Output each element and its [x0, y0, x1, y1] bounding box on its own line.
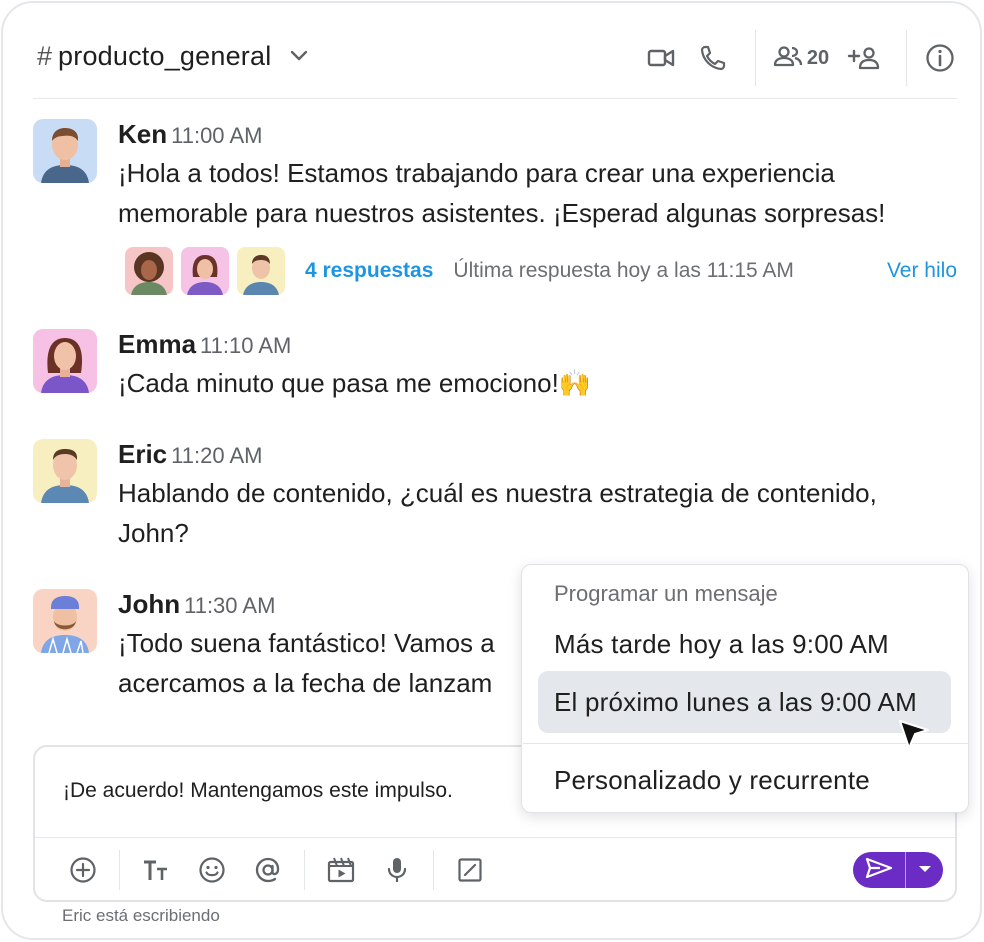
message-line: John? — [118, 518, 189, 548]
add-member-icon[interactable] — [836, 35, 892, 81]
send-icon — [865, 857, 893, 884]
message-text: Hablando de contenido, ¿cuál es nuestra … — [118, 473, 958, 553]
message-line: ¡Cada minuto que pasa me emociono!🙌 — [118, 368, 592, 398]
members-button[interactable]: 20 — [770, 35, 832, 81]
media-icon[interactable] — [313, 842, 369, 898]
schedule-menu-title: Programar un mensaje — [554, 581, 778, 606]
message-emma: Emma 11:10 AM ¡Cada minuto que pasa me em… — [33, 329, 963, 399]
chevron-down-icon[interactable] — [289, 48, 309, 67]
composer-toolbar — [35, 837, 955, 901]
message-author: John — [118, 589, 181, 619]
slash-command-icon[interactable] — [442, 842, 498, 898]
avatar — [181, 247, 229, 295]
schedule-menu: Programar un mensaje Más tarde hoy a las… — [521, 564, 969, 813]
schedule-dropdown-button[interactable] — [906, 852, 943, 888]
schedule-option-custom[interactable]: Personalizado y recurrente — [538, 749, 951, 811]
message-input[interactable]: ¡De acuerdo! Mantengamos este impulso. — [63, 779, 453, 803]
text-format-icon[interactable] — [128, 842, 184, 898]
avatar — [125, 247, 173, 295]
schedule-option-later-today[interactable]: Más tarde hoy a las 9:00 AM — [538, 613, 951, 675]
channel-selector[interactable]: # producto_general — [37, 41, 309, 72]
video-icon[interactable] — [639, 35, 683, 81]
message-time: 11:10 AM — [200, 333, 292, 358]
toolbar-divider — [119, 849, 120, 890]
avatar[interactable] — [33, 119, 97, 183]
info-icon[interactable] — [923, 35, 957, 81]
send-button-group — [853, 852, 943, 888]
message-text: ¡Hola a todos! Estamos trabajando para c… — [118, 153, 958, 233]
message-author: Ken — [118, 119, 168, 149]
avatar[interactable] — [33, 329, 97, 393]
view-thread-link[interactable]: Ver hilo — [887, 259, 957, 283]
members-icon — [773, 45, 803, 72]
thread-summary[interactable]: 4 respuestas Última respuesta hoy a las … — [125, 247, 957, 295]
message-text: ¡Cada minuto que pasa me emociono!🙌 — [118, 363, 958, 403]
toolbar-divider — [304, 849, 305, 890]
avatar[interactable] — [33, 439, 97, 503]
channel-name: producto_general — [58, 41, 272, 71]
emoji-icon[interactable] — [184, 842, 240, 898]
message-line: ¡Hola a todos! Estamos trabajando para c… — [118, 158, 835, 188]
message-time: 11:00 AM — [171, 123, 263, 148]
message-author: Emma — [118, 329, 197, 359]
replies-link[interactable]: 4 respuestas — [305, 259, 433, 283]
header-divider — [906, 30, 907, 86]
caret-down-icon — [918, 861, 932, 879]
send-button[interactable] — [853, 852, 905, 888]
channel-header: # producto_general 20 — [33, 29, 957, 99]
message-time: 11:20 AM — [171, 443, 263, 468]
message-time: 11:30 AM — [184, 593, 276, 618]
header-divider — [755, 30, 756, 86]
typing-indicator: Eric está escribiendo — [62, 906, 220, 925]
add-icon[interactable] — [55, 842, 111, 898]
microphone-icon[interactable] — [369, 842, 425, 898]
message-author: Eric — [118, 439, 168, 469]
last-reply-text: Última respuesta hoy a las 11:15 AM — [453, 259, 794, 282]
message-line: Hablando de contenido, ¿cuál es nuestra … — [118, 478, 877, 508]
avatar[interactable] — [33, 589, 97, 653]
avatar — [237, 247, 285, 295]
channel-hash: # — [37, 41, 53, 71]
phone-icon[interactable] — [683, 35, 743, 81]
mouse-pointer-icon — [897, 718, 931, 757]
message-eric: Eric 11:20 AM Hablando de contenido, ¿cuá… — [33, 439, 963, 549]
schedule-option-next-monday[interactable]: El próximo lunes a las 9:00 AM — [538, 671, 951, 733]
toolbar-divider — [433, 849, 434, 890]
members-count: 20 — [806, 46, 830, 69]
chat-window: # producto_general 20 Ken 11:00 AM ¡Hola… — [1, 1, 982, 940]
message-line: memorable para nuestros asistentes. ¡Esp… — [118, 198, 886, 228]
mention-icon[interactable] — [240, 842, 296, 898]
message-ken: Ken 11:00 AM ¡Hola a todos! Estamos traba… — [33, 119, 963, 299]
